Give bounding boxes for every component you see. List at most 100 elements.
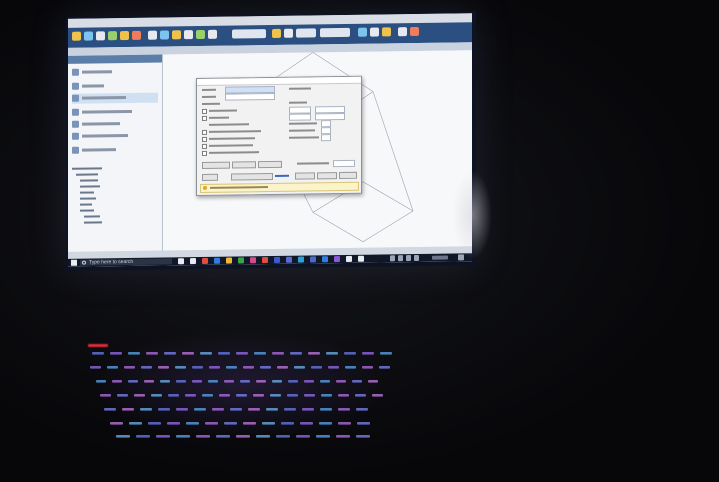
keyboard-key	[192, 380, 202, 383]
keyboard-key	[243, 366, 254, 369]
keyboard-key	[116, 435, 130, 438]
keyboard-key	[208, 380, 218, 383]
keyboard-key	[141, 366, 152, 369]
keyboard-key	[140, 408, 152, 411]
keyboard-key	[336, 380, 346, 383]
keyboard-key	[362, 352, 374, 355]
keyboard-key	[186, 422, 199, 425]
keyboard-key	[146, 352, 158, 355]
keyboard-key	[379, 366, 390, 369]
keyboard-key	[202, 394, 213, 397]
keyboard-key	[320, 408, 332, 411]
keyboard-key	[128, 352, 140, 355]
keyboard-key	[260, 366, 271, 369]
keyboard-key	[182, 352, 194, 355]
backlit-keyboard	[90, 352, 392, 438]
keyboard-key	[107, 366, 118, 369]
keyboard-key	[219, 394, 230, 397]
keyboard-key	[326, 352, 338, 355]
keyboard-key	[209, 366, 220, 369]
keyboard-key	[270, 394, 281, 397]
keyboard-key	[362, 366, 373, 369]
keyboard-key	[338, 394, 349, 397]
keyboard-key	[158, 408, 170, 411]
keyboard-key	[356, 435, 370, 438]
keyboard-key	[336, 435, 350, 438]
keyboard-key	[338, 422, 351, 425]
keyboard-key	[308, 352, 320, 355]
keyboard-key	[288, 380, 298, 383]
keyboard-key	[205, 422, 218, 425]
keyboard-key	[304, 394, 315, 397]
keyboard-key	[128, 380, 138, 383]
keyboard-key	[236, 352, 248, 355]
keyboard-key	[236, 394, 247, 397]
keyboard-key	[243, 422, 256, 425]
keyboard-key	[302, 408, 314, 411]
keyboard-key	[92, 352, 104, 355]
keyboard-key	[290, 352, 302, 355]
keyboard-key	[104, 408, 116, 411]
keyboard-key	[96, 380, 106, 383]
keyboard-key	[194, 408, 206, 411]
keyboard-key	[294, 366, 305, 369]
keyboard-key	[256, 380, 266, 383]
keyboard-key	[319, 422, 332, 425]
keyboard-key	[355, 394, 366, 397]
keyboard-key	[226, 366, 237, 369]
keyboard-key	[129, 422, 142, 425]
keyboard-key	[357, 422, 370, 425]
keyboard-key	[296, 435, 310, 438]
keyboard-key	[316, 435, 330, 438]
keyboard-key	[90, 366, 101, 369]
keyboard-key	[134, 394, 145, 397]
keyboard-key	[248, 408, 260, 411]
keyboard-key	[176, 380, 186, 383]
keyboard-key	[356, 408, 368, 411]
keyboard-key	[320, 380, 330, 383]
keyboard-key	[328, 366, 339, 369]
keyboard-key	[158, 366, 169, 369]
keyboard-key	[117, 394, 128, 397]
keyboard-key	[304, 380, 314, 383]
keyboard-key	[167, 422, 180, 425]
keyboard-key	[176, 435, 190, 438]
keyboard-key	[136, 435, 150, 438]
keyboard-key	[372, 394, 383, 397]
keyboard-key	[196, 435, 210, 438]
keyboard-key	[224, 422, 237, 425]
keyboard-key	[254, 352, 266, 355]
keyboard-key	[185, 394, 196, 397]
keyboard-key	[380, 352, 392, 355]
keyboard-key	[287, 394, 298, 397]
keyboard-key	[122, 408, 134, 411]
keyboard-key	[151, 394, 162, 397]
keyboard-key	[281, 422, 294, 425]
keyboard-key	[110, 352, 122, 355]
keyboard-key	[338, 408, 350, 411]
keyboard-key	[284, 408, 296, 411]
keyboard-key	[368, 380, 378, 383]
keyboard-key	[253, 394, 264, 397]
keyboard-key	[110, 422, 123, 425]
keyboard-key	[240, 380, 250, 383]
keyboard-key	[168, 394, 179, 397]
keyboard-key	[256, 435, 270, 438]
keyboard-key	[144, 380, 154, 383]
keyboard-key	[112, 380, 122, 383]
keyboard-key	[345, 366, 356, 369]
keyboard-keys	[90, 352, 392, 438]
keyboard-key	[176, 408, 188, 411]
keyboard-key	[156, 435, 170, 438]
keyboard-key	[276, 435, 290, 438]
keyboard-key	[218, 352, 230, 355]
keyboard-key	[148, 422, 161, 425]
keyboard-key	[224, 380, 234, 383]
keyboard-key	[277, 366, 288, 369]
keyboard-key	[212, 408, 224, 411]
keyboard-key	[192, 366, 203, 369]
keyboard-key	[124, 366, 135, 369]
keyboard-key	[300, 422, 313, 425]
keyboard-key	[160, 380, 170, 383]
keyboard-key	[321, 394, 332, 397]
